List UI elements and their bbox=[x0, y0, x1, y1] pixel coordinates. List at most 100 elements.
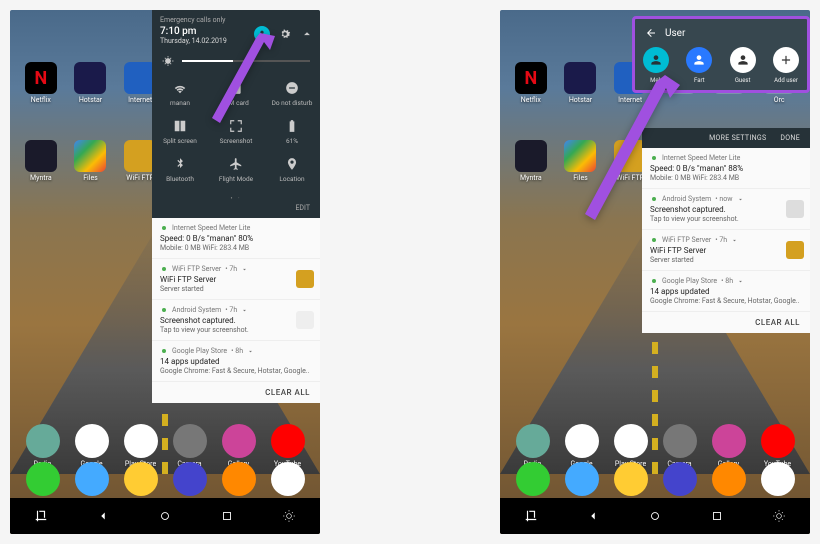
bluetooth-icon bbox=[173, 157, 187, 171]
notif-title: WiFi FTP Server bbox=[650, 246, 802, 255]
back-icon[interactable] bbox=[586, 509, 600, 523]
edit-button[interactable]: EDIT bbox=[152, 204, 320, 218]
user-avatar[interactable]: Guest bbox=[730, 47, 756, 84]
multi-user-button[interactable] bbox=[254, 26, 270, 42]
qs-tile-dnd[interactable]: Do not disturb bbox=[264, 75, 320, 113]
app-netflix[interactable]: NNetflix bbox=[508, 62, 554, 104]
notification-item[interactable]: Google Play Store • 8h 14 apps updated G… bbox=[642, 271, 810, 312]
user-avatar[interactable]: Fart bbox=[686, 47, 712, 84]
qs-tile-split[interactable]: Split screen bbox=[152, 113, 208, 151]
notif-body: Tap to view your screenshot. bbox=[650, 215, 802, 223]
back-icon[interactable] bbox=[96, 509, 110, 523]
brightness-icon bbox=[162, 55, 174, 67]
dock-row-2 bbox=[10, 462, 320, 496]
home-icon[interactable] bbox=[648, 509, 662, 523]
clear-all-button[interactable]: CLEAR ALL bbox=[152, 382, 320, 403]
recents-icon[interactable] bbox=[710, 509, 724, 523]
notif-body: Server started bbox=[650, 256, 802, 264]
person-icon bbox=[643, 47, 669, 73]
dock-row-2 bbox=[500, 462, 810, 496]
dock-app[interactable] bbox=[18, 462, 67, 496]
notif-title: WiFi FTP Server bbox=[160, 275, 312, 284]
app-files[interactable]: Files bbox=[68, 140, 114, 182]
notif-body: Google Chrome: Fast & Secure, Hotstar, G… bbox=[650, 297, 802, 305]
notif-title: Screenshot captured. bbox=[650, 205, 802, 214]
qs-tile-battery[interactable]: 61% bbox=[264, 113, 320, 151]
user-panel-title: User bbox=[665, 28, 685, 39]
notification-item[interactable]: Android System • 7h Screenshot captured.… bbox=[152, 300, 320, 341]
person-icon bbox=[730, 47, 756, 73]
notif-title: Screenshot captured. bbox=[160, 316, 312, 325]
chevron-up-icon[interactable] bbox=[300, 27, 314, 41]
notif-body: Mobile: 0 MB WiFi: 283.4 MB bbox=[160, 244, 312, 252]
qs-tile-location[interactable]: Location bbox=[264, 151, 320, 189]
recents-icon[interactable] bbox=[220, 509, 234, 523]
dock-app[interactable] bbox=[214, 462, 263, 496]
notif-app: Internet Speed Meter Lite bbox=[650, 154, 802, 162]
dock-app[interactable] bbox=[67, 462, 116, 496]
gear-icon[interactable] bbox=[772, 509, 786, 523]
dock-app[interactable] bbox=[508, 462, 557, 496]
dock-app[interactable] bbox=[263, 462, 312, 496]
crop-icon[interactable] bbox=[34, 509, 48, 523]
notif-app: Google Play Store • 8h bbox=[650, 277, 802, 285]
notification-shade: Emergency calls only 7:10 pm Thursday, 1… bbox=[152, 10, 320, 403]
back-arrow-icon[interactable] bbox=[645, 27, 657, 39]
more-settings-button[interactable]: MORE SETTINGS bbox=[709, 134, 766, 142]
notification-item[interactable]: WiFi FTP Server • 7h WiFi FTP Server Ser… bbox=[642, 230, 810, 271]
phone-right: NNetflix Hotstar Internet Orc Myntra Fil… bbox=[500, 10, 810, 534]
notif-title: 14 apps updated bbox=[650, 287, 802, 296]
app-files[interactable]: Files bbox=[558, 140, 604, 182]
shade-header: Emergency calls only 7:10 pm Thursday, 1… bbox=[152, 10, 320, 51]
qs-tile-screenshot[interactable]: Screenshot bbox=[208, 113, 264, 151]
notification-item[interactable]: Android System • now Screenshot captured… bbox=[642, 189, 810, 230]
gear-icon[interactable] bbox=[278, 27, 292, 41]
notif-body: Tap to view your screenshot. bbox=[160, 326, 312, 334]
dock-app[interactable] bbox=[655, 462, 704, 496]
screenshot-icon bbox=[229, 119, 243, 133]
add-user-button[interactable]: Add user bbox=[773, 47, 799, 84]
user-panel: User Meh Fart Guest Add user bbox=[632, 16, 810, 93]
notification-list: Internet Speed Meter Lite Speed: 0 B/s "… bbox=[152, 218, 320, 382]
app-hotstar[interactable]: Hotstar bbox=[68, 62, 114, 104]
dock-app[interactable] bbox=[753, 462, 802, 496]
status-carrier: Emergency calls only bbox=[160, 16, 312, 24]
notif-title: 14 apps updated bbox=[160, 357, 312, 366]
dock-app[interactable] bbox=[704, 462, 753, 496]
dock-app[interactable] bbox=[165, 462, 214, 496]
brightness-slider[interactable] bbox=[152, 51, 320, 71]
notif-app: Android System • 7h bbox=[160, 306, 312, 314]
home-icon[interactable] bbox=[158, 509, 172, 523]
qs-tile-airplane[interactable]: Flight Mode bbox=[208, 151, 264, 189]
user-avatar[interactable]: Meh bbox=[643, 47, 669, 84]
app-hotstar[interactable]: Hotstar bbox=[558, 62, 604, 104]
notification-list: Internet Speed Meter Lite Speed: 0 B/s "… bbox=[642, 148, 810, 312]
clear-all-button[interactable]: CLEAR ALL bbox=[642, 312, 810, 333]
notif-app: WiFi FTP Server • 7h bbox=[160, 265, 312, 273]
dock-app[interactable] bbox=[116, 462, 165, 496]
navigation-bar bbox=[10, 498, 320, 534]
notification-item[interactable]: WiFi FTP Server • 7h WiFi FTP Server Ser… bbox=[152, 259, 320, 300]
quick-settings-grid: mananSIM cardDo not disturb Split screenS… bbox=[152, 71, 320, 193]
notif-app: Internet Speed Meter Lite bbox=[160, 224, 312, 232]
notif-body: Server started bbox=[160, 285, 312, 293]
qs-tile-wifi[interactable]: manan bbox=[152, 75, 208, 113]
qs-tile-bluetooth[interactable]: Bluetooth bbox=[152, 151, 208, 189]
done-button[interactable]: DONE bbox=[780, 134, 800, 142]
crop-icon[interactable] bbox=[524, 509, 538, 523]
plus-icon bbox=[773, 47, 799, 73]
brightness-track[interactable] bbox=[182, 60, 310, 62]
notification-item[interactable]: Internet Speed Meter Lite Speed: 0 B/s "… bbox=[152, 218, 320, 259]
app-myntra[interactable]: Myntra bbox=[508, 140, 554, 182]
notification-item[interactable]: Google Play Store • 8h 14 apps updated G… bbox=[152, 341, 320, 382]
navigation-bar bbox=[500, 498, 810, 534]
gear-icon[interactable] bbox=[282, 509, 296, 523]
app-myntra[interactable]: Myntra bbox=[18, 140, 64, 182]
dock-app[interactable] bbox=[606, 462, 655, 496]
user-row: Meh Fart Guest Add user bbox=[641, 47, 801, 84]
dock-app[interactable] bbox=[557, 462, 606, 496]
notification-item[interactable]: Internet Speed Meter Lite Speed: 0 B/s "… bbox=[642, 148, 810, 189]
user-panel-header: User bbox=[641, 25, 801, 47]
qs-tile-sim[interactable]: SIM card bbox=[208, 75, 264, 113]
app-netflix[interactable]: NNetflix bbox=[18, 62, 64, 104]
